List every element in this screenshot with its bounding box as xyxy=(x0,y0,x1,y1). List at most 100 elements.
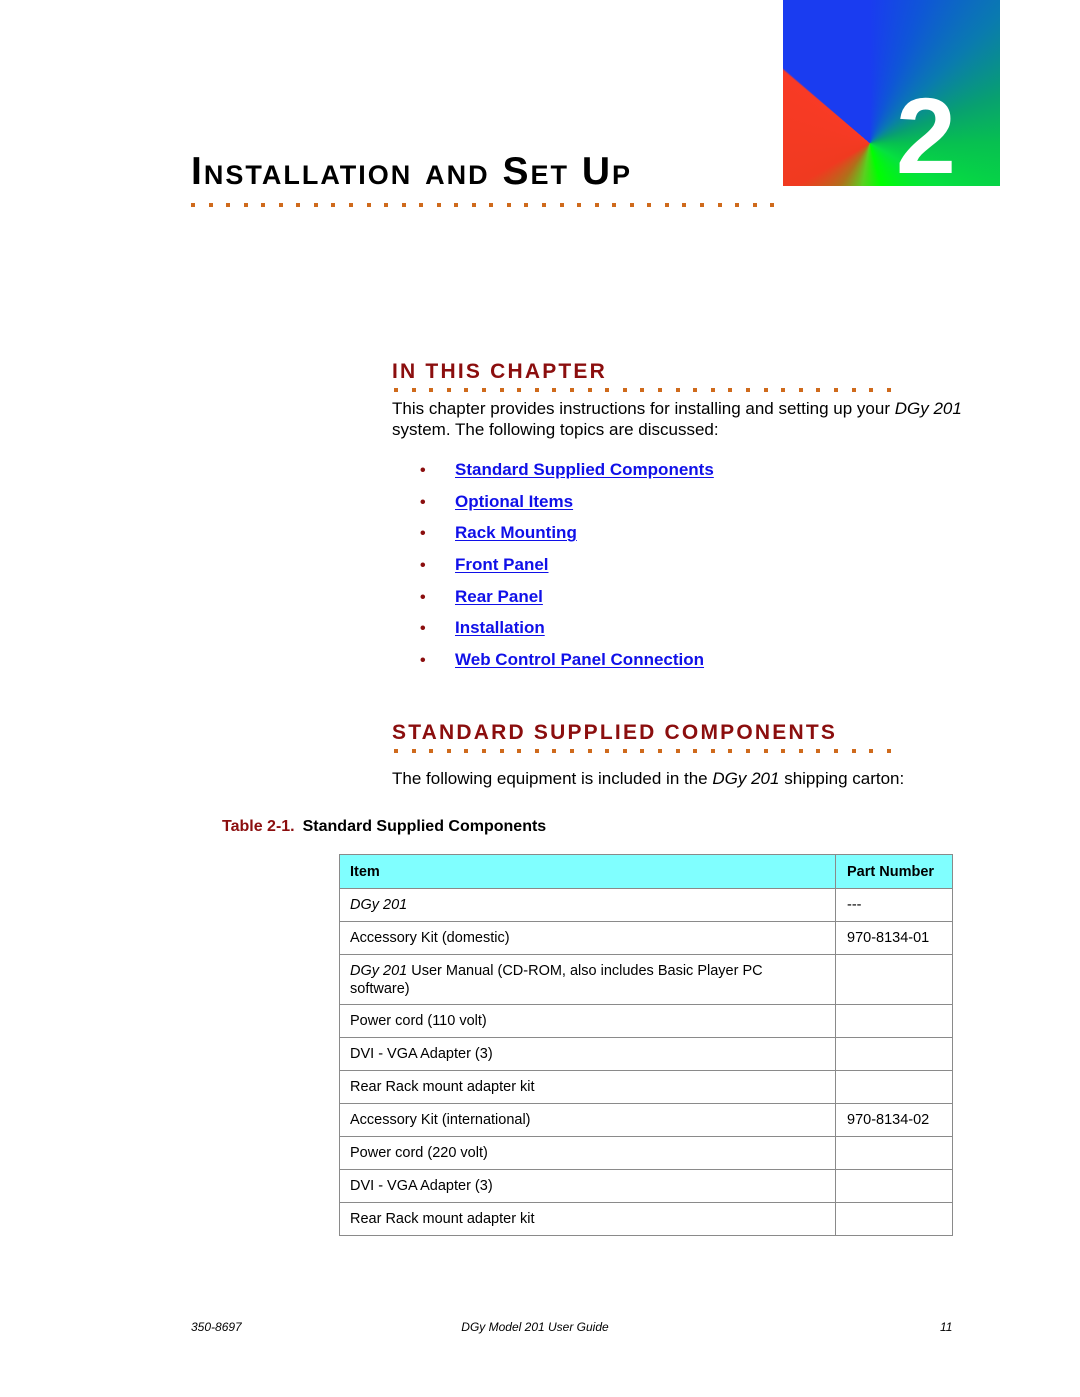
components-table: Item Part Number DGy 201 --- Accessory Kit… xyxy=(339,854,953,1236)
standard-components-heading: STANDARD SUPPLIED COMPONENTS xyxy=(392,721,838,744)
table-row: Rear Rack mount adapter kit xyxy=(339,1202,953,1236)
dot xyxy=(781,749,786,753)
bullet-icon: • xyxy=(420,557,426,575)
dot xyxy=(419,203,424,207)
dot xyxy=(770,203,775,207)
chapter-title: Installation and Set Up xyxy=(191,150,632,193)
topic-link-rear-panel[interactable]: Rear Panel xyxy=(455,587,543,607)
cell-item: Power cord (220 volt) xyxy=(339,1136,836,1170)
dot xyxy=(570,388,574,392)
product-name: DGy 201 xyxy=(350,962,408,979)
cell-part-number xyxy=(835,1136,953,1170)
chapter-number-badge: 2 xyxy=(783,0,1000,186)
dot xyxy=(622,749,627,753)
dot xyxy=(640,388,645,392)
dot xyxy=(499,749,504,753)
chapter-intro-paragraph: This chapter provides instructions for i… xyxy=(392,398,962,440)
cell-part-number: --- xyxy=(835,888,953,922)
dot xyxy=(763,749,768,753)
table-caption: Table 2-1. Standard Supplied Components xyxy=(222,818,546,836)
topic-link-installation[interactable]: Installation xyxy=(455,618,545,638)
dot xyxy=(384,203,389,207)
dot xyxy=(699,203,704,207)
dot xyxy=(542,203,546,207)
item-text: Accessory Kit (international) xyxy=(350,1112,531,1128)
dot xyxy=(552,388,557,392)
dot xyxy=(524,203,529,207)
dot xyxy=(816,388,821,392)
product-name: DGy 201 xyxy=(350,897,408,913)
dot xyxy=(552,749,557,753)
dot xyxy=(781,388,786,392)
dot xyxy=(816,749,821,753)
cell-item: Accessory Kit (international) xyxy=(339,1103,836,1137)
cell-item: DVI - VGA Adapter (3) xyxy=(339,1169,836,1203)
dot xyxy=(278,203,283,207)
dot xyxy=(710,388,715,392)
table-title: Standard Supplied Components xyxy=(302,818,547,835)
table-header-row: Item Part Number xyxy=(339,854,953,889)
topic-link-rack-mounting[interactable]: Rack Mounting xyxy=(455,523,577,543)
bullet-icon: • xyxy=(420,620,426,638)
dot xyxy=(746,749,750,753)
table-number: Table 2-1. xyxy=(222,818,295,835)
topic-link-standard-supplied-components[interactable]: Standard Supplied Components xyxy=(455,460,714,480)
item-text: Accessory Kit (domestic) xyxy=(350,930,510,946)
topic-link-optional-items[interactable]: Optional Items xyxy=(455,492,573,512)
dot xyxy=(489,203,494,207)
dot xyxy=(728,749,733,753)
components-intro-paragraph: The following equipment is included in t… xyxy=(392,768,962,789)
dot xyxy=(622,388,627,392)
dot xyxy=(471,203,476,207)
dot xyxy=(851,749,856,753)
dot xyxy=(499,388,504,392)
dot xyxy=(243,203,248,207)
footer-page-number: 11 xyxy=(940,1320,953,1334)
dot xyxy=(506,203,511,207)
cell-item: DGy 201 User Manual (CD-ROM, also includ… xyxy=(339,954,836,1005)
dot xyxy=(534,388,539,392)
dot xyxy=(629,203,634,207)
dot xyxy=(640,749,645,753)
bullet-icon: • xyxy=(420,525,426,543)
dot xyxy=(464,749,469,753)
dot xyxy=(517,388,522,392)
dot xyxy=(296,203,301,207)
dot xyxy=(664,203,669,207)
item-text: User Manual (CD-ROM, also includes Basic… xyxy=(350,962,763,997)
dot xyxy=(559,203,564,207)
dot xyxy=(675,388,680,392)
dot xyxy=(394,749,398,753)
dot xyxy=(682,203,687,207)
dot xyxy=(191,203,195,207)
column-header-part-number: Part Number xyxy=(835,854,953,889)
intro-text: The following equipment is included in t… xyxy=(392,769,713,788)
dot xyxy=(612,203,617,207)
cell-part-number xyxy=(835,1037,953,1071)
dot xyxy=(658,749,662,753)
cell-item: DGy 201 xyxy=(339,888,836,922)
product-name: DGy 201 xyxy=(712,769,780,788)
dot xyxy=(869,749,874,753)
dot xyxy=(798,388,803,392)
dot xyxy=(534,749,539,753)
topic-link-front-panel[interactable]: Front Panel xyxy=(455,555,549,575)
dot xyxy=(411,388,416,392)
in-this-chapter-heading: IN THIS CHAPTER xyxy=(392,360,608,383)
cell-part-number: 970-8134-01 xyxy=(835,921,953,955)
table-row: Rear Rack mount adapter kit xyxy=(339,1070,953,1104)
dot xyxy=(517,749,522,753)
bullet-icon: • xyxy=(420,493,426,511)
table-row: DGy 201 --- xyxy=(339,888,953,922)
dot xyxy=(735,203,740,207)
dot xyxy=(208,203,213,207)
dot xyxy=(570,749,574,753)
dot xyxy=(647,203,652,207)
cell-part-number xyxy=(835,1169,953,1203)
column-header-item: Item xyxy=(339,854,836,889)
item-text: Rear Rack mount adapter kit xyxy=(350,1211,535,1227)
item-text: DVI - VGA Adapter (3) xyxy=(350,1046,493,1062)
dot xyxy=(728,388,733,392)
topic-link-web-control-panel-connection[interactable]: Web Control Panel Connection xyxy=(455,650,704,670)
table-row: Power cord (110 volt) xyxy=(339,1004,953,1038)
